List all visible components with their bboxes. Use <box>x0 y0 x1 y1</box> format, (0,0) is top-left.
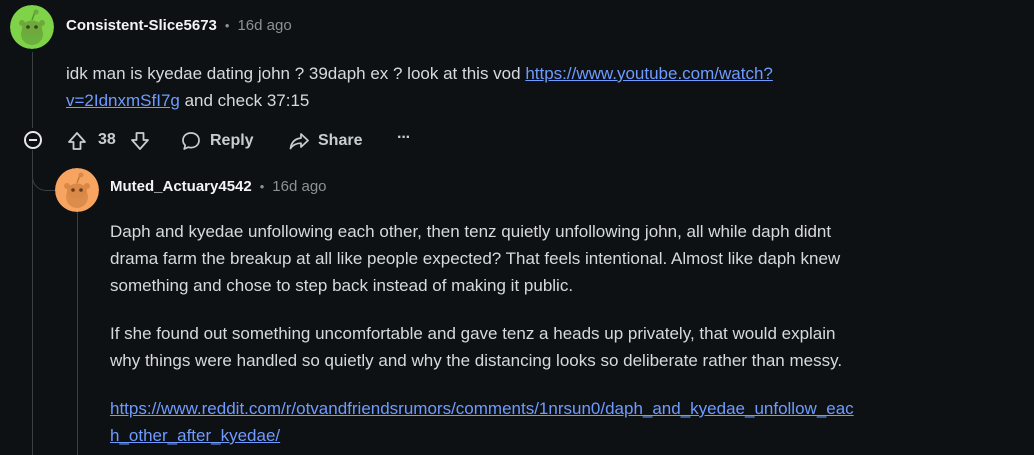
reply-label: Reply <box>210 132 254 149</box>
text-line: why things were handled so quietly and w… <box>110 351 843 370</box>
meta-separator: • <box>224 18 230 33</box>
avatar[interactable] <box>10 5 54 49</box>
paragraph: Daph and kyedae unfollowing each other, … <box>110 218 1010 299</box>
collapse-thread-button[interactable] <box>24 131 42 149</box>
text-line: something and chose to step back instead… <box>110 276 574 295</box>
text-line: drama farm the breakup at all like peopl… <box>110 249 841 268</box>
more-options-button[interactable]: ··· <box>397 129 411 147</box>
downvote-button[interactable] <box>129 130 151 152</box>
comment-text-after: and check 37:15 <box>179 91 310 110</box>
comment-link-cont[interactable]: v=2IdnxmSfI7g <box>66 91 180 110</box>
thread-line-reply <box>77 212 78 455</box>
comment-timestamp[interactable]: 16d ago <box>237 17 291 34</box>
text-line: If she found out something uncomfortable… <box>110 324 836 343</box>
vote-count: 38 <box>98 131 116 148</box>
thread-line-parent-lower <box>32 150 33 455</box>
downvote-arrow-icon <box>131 132 149 150</box>
comment-link[interactable]: https://www.youtube.com/watch? <box>525 64 773 83</box>
reply-link-line[interactable]: https://www.reddit.com/r/otvandfriendsru… <box>110 399 854 418</box>
comment-author[interactable]: Muted_Actuary4542 <box>110 178 252 195</box>
reply-button[interactable]: Reply <box>180 130 254 152</box>
thread-elbow <box>32 160 55 191</box>
comment-author[interactable]: Consistent-Slice5673 <box>66 17 217 34</box>
comment-text: idk man is kyedae dating john ? 39daph e… <box>66 64 526 83</box>
meta-separator: • <box>259 179 265 194</box>
snoo-avatar-icon <box>10 5 54 49</box>
share-button[interactable]: Share <box>288 130 362 152</box>
thread-line-parent <box>32 52 33 128</box>
share-label: Share <box>318 132 363 149</box>
snoo-avatar-icon <box>55 168 99 212</box>
upvote-button[interactable] <box>66 130 88 152</box>
avatar[interactable] <box>55 168 99 212</box>
reply-body: Daph and kyedae unfollowing each other, … <box>110 218 1010 449</box>
paragraph: If she found out something uncomfortable… <box>110 320 1010 374</box>
more-dots-icon: ··· <box>397 129 411 146</box>
text-line: Daph and kyedae unfollowing each other, … <box>110 222 832 241</box>
reply-link-line[interactable]: h_other_after_kyedae/ <box>110 426 280 445</box>
reply-bubble-icon <box>182 132 200 150</box>
comment-body: idk man is kyedae dating john ? 39daph e… <box>66 60 906 114</box>
comment-timestamp[interactable]: 16d ago <box>272 178 326 195</box>
minus-icon <box>29 139 37 141</box>
share-arrow-icon <box>289 133 309 150</box>
upvote-arrow-icon <box>68 132 86 150</box>
reply-link[interactable]: https://www.reddit.com/r/otvandfriendsru… <box>110 395 1010 449</box>
